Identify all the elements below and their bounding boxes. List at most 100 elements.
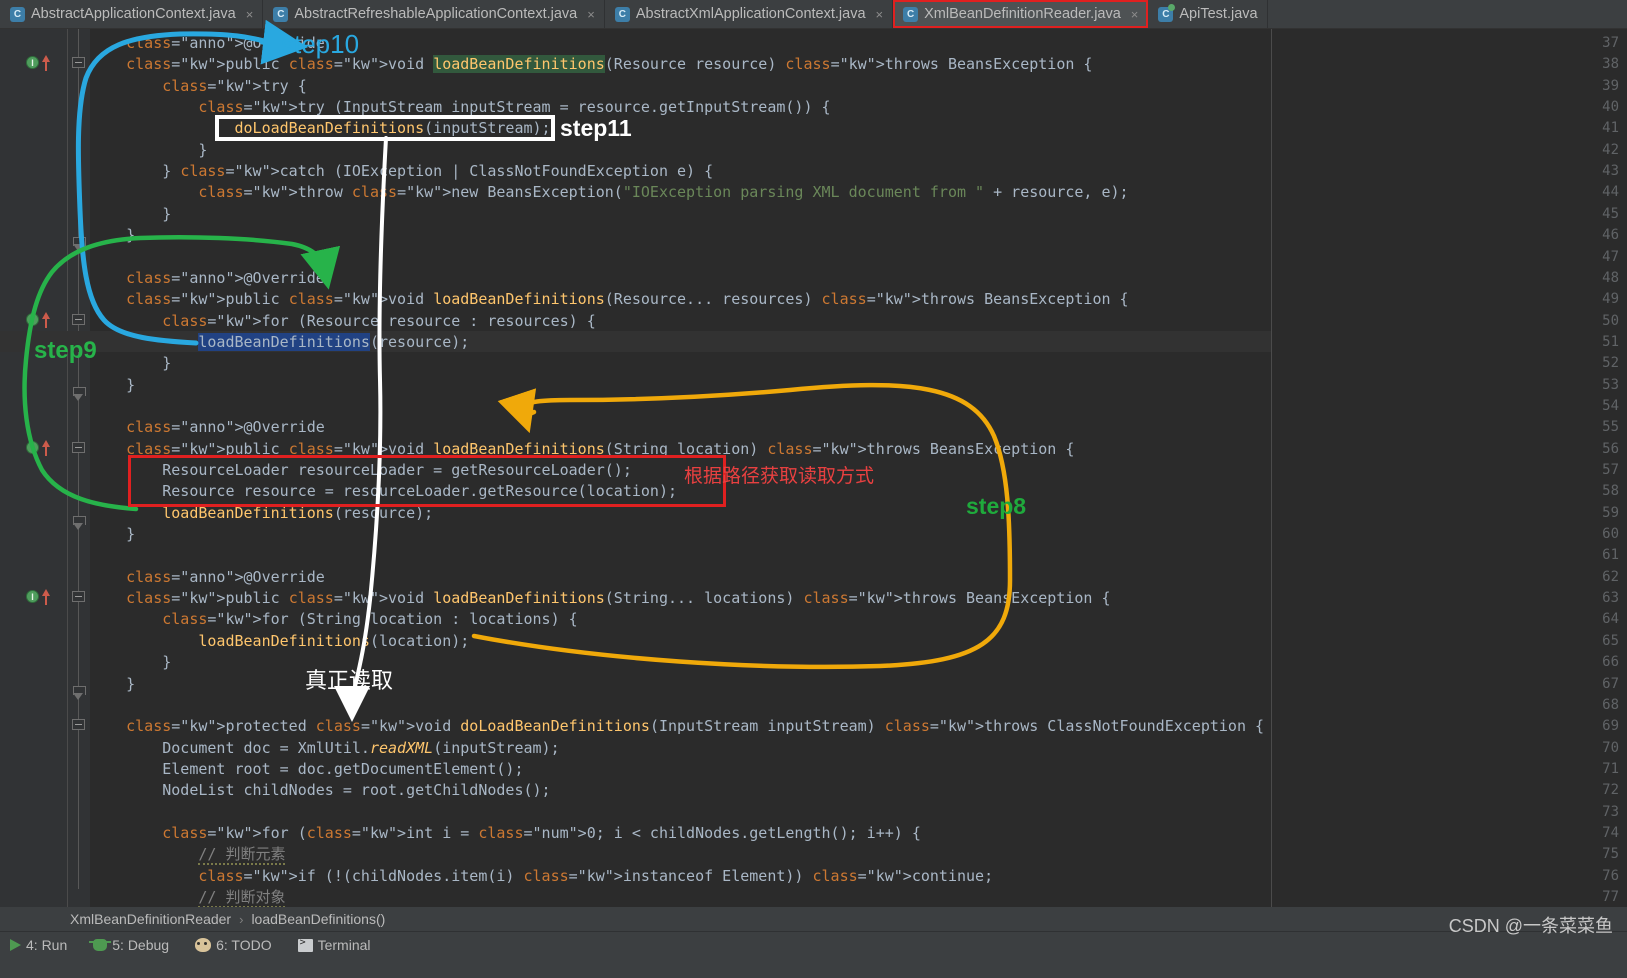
code-line-45[interactable]: } [90,204,171,225]
java-class-icon: C [10,6,25,22]
code-line-75[interactable]: // 判断元素 [90,844,286,866]
tab-label: XmlBeanDefinitionReader.java [924,6,1121,22]
code-folding-strip[interactable] [68,29,90,907]
code-line-70[interactable]: Document doc = XmlUtil.readXML(inputStre… [90,738,559,759]
tool-window-terminal[interactable]: Terminal [297,937,371,953]
line-number-72: 72 [1602,782,1619,799]
csdn-watermark: CSDN @一条菜菜鱼 [1448,916,1613,936]
close-icon[interactable]: × [1131,7,1139,22]
implements-method-marker-63[interactable]: I [26,590,39,603]
code-line-66[interactable]: } [90,652,171,673]
tool-window-label: 5: Debug [112,937,170,953]
code-line-72[interactable]: NodeList childNodes = root.getChildNodes… [90,780,550,801]
code-line-62[interactable]: class="anno">@Override [90,567,325,588]
right-pane-divider [1271,29,1272,907]
breadcrumb-item-method[interactable]: loadBeanDefinitions() [251,911,385,927]
code-line-51[interactable]: loadBeanDefinitions(resource); [90,332,469,353]
code-line-38[interactable]: class="kw">public class="kw">void loadBe… [90,54,1092,75]
code-line-49[interactable]: class="kw">public class="kw">void loadBe… [90,289,1128,310]
annotation-note-path-read-mode: 根据路径获取读取方式 [684,466,875,487]
code-line-39[interactable]: class="kw">try { [90,76,307,97]
line-number-44: 44 [1602,184,1619,201]
folding-axis-line [78,29,79,889]
fold-end-53 [73,387,86,401]
override-marker-63[interactable] [42,589,50,605]
line-number-47: 47 [1602,248,1619,265]
editor-gutter[interactable] [0,29,68,907]
tool-window-label: 6: TODO [216,937,272,953]
java-class-icon: C [614,6,630,22]
java-class-icon: C [273,6,289,22]
code-line-65[interactable]: loadBeanDefinitions(location); [90,631,469,652]
line-number-57: 57 [1602,462,1619,478]
fold-end-60 [73,516,86,530]
line-number-52: 52 [1602,355,1619,372]
breadcrumb[interactable]: XmlBeanDefinitionReader › loadBeanDefini… [0,907,1627,931]
tool-window-debug[interactable]: 5: Debug [89,937,170,953]
code-line-77[interactable]: // 判断对象 [90,887,286,907]
line-number-55: 55 [1602,419,1619,436]
code-line-46[interactable]: } [90,225,135,246]
editor-tab-abstractapplicationcontext[interactable]: C AbstractApplicationContext.java × [0,0,264,28]
code-line-74[interactable]: class="kw">for (class="kw">int i = class… [90,823,921,844]
code-line-52[interactable]: } [90,353,171,374]
code-line-48[interactable]: class="anno">@Override [90,268,325,289]
code-line-71[interactable]: Element root = doc.getDocumentElement(); [90,759,523,780]
editor-tab-apitest[interactable]: C ApiTest.java [1148,0,1268,28]
code-line-69[interactable]: class="kw">protected class="kw">void doL… [90,716,1264,737]
close-icon[interactable]: × [876,7,884,22]
debug-icon [89,939,112,951]
code-line-55[interactable]: class="anno">@Override [90,417,325,438]
editor-tab-abstractrefreshableapplicationcontext[interactable]: C AbstractRefreshableApplicationContext.… [263,0,605,28]
code-line-76[interactable]: class="kw">if (!(childNodes.item(i) clas… [90,866,993,887]
implements-method-marker-56[interactable]: I [26,441,39,454]
fold-toggle-56[interactable] [72,442,85,453]
line-number-69: 69 [1602,718,1619,735]
annotation-label-step10: step10 [281,29,360,59]
code-line-60[interactable]: } [90,524,135,545]
fold-toggle-49[interactable] [72,314,85,325]
implements-method-marker-38[interactable]: I [26,56,39,69]
line-number-43: 43 [1602,163,1619,180]
fold-toggle-38[interactable] [72,57,85,68]
java-runnable-class-icon: C [1158,3,1176,22]
line-number-40: 40 [1602,99,1619,116]
todo-icon [195,938,212,952]
line-number-77: 77 [1602,889,1619,905]
override-marker-56[interactable] [42,440,50,456]
highlight-box-doloadbeandefinitions [215,115,555,141]
close-icon[interactable]: × [587,7,595,22]
tool-window-run[interactable]: 4: Run [10,937,67,953]
editor-tab-abstractxmlapplicationcontext[interactable]: C AbstractXmlApplicationContext.java × [604,0,894,28]
line-number-51: 51 [1602,333,1619,350]
implements-method-marker-49[interactable]: I [26,313,39,326]
line-number-45: 45 [1602,205,1619,222]
override-marker-38[interactable] [42,55,50,71]
code-line-50[interactable]: class="kw">for (Resource resource : reso… [90,311,595,332]
close-icon[interactable]: × [246,7,254,22]
code-line-43[interactable]: } class="kw">catch (IOException | ClassN… [90,161,713,182]
code-line-64[interactable]: class="kw">for (String location : locati… [90,609,577,630]
code-line-44[interactable]: class="kw">throw class="kw">new BeansExc… [90,182,1128,203]
tool-window-label: Terminal [317,937,371,953]
line-number-50: 50 [1602,312,1619,329]
line-number-54: 54 [1602,397,1619,414]
fold-toggle-63[interactable] [72,591,85,602]
code-line-67[interactable]: } [90,674,135,695]
line-number-67: 67 [1602,675,1619,692]
fold-toggle-69[interactable] [72,719,85,730]
line-number-42: 42 [1602,141,1619,158]
breadcrumb-item-class[interactable]: XmlBeanDefinitionReader [70,911,231,927]
code-line-63[interactable]: class="kw">public class="kw">void loadBe… [90,588,1110,609]
terminal-icon [297,937,313,952]
editor-tab-bar: C AbstractApplicationContext.java × C Ab… [0,0,1627,29]
code-line-53[interactable]: } [90,375,135,396]
code-line-42[interactable]: } [90,140,207,161]
override-marker-49[interactable] [42,312,50,328]
editor-tab-xmlbeandefinitionreader[interactable]: C XmlBeanDefinitionReader.java × [893,0,1149,28]
annotation-note-real-read: 真正读取 [305,668,394,693]
line-number-53: 53 [1602,376,1619,393]
line-number-38: 38 [1602,56,1619,73]
line-number-71: 71 [1602,760,1619,777]
tool-window-todo[interactable]: 6: TODO [195,937,272,953]
